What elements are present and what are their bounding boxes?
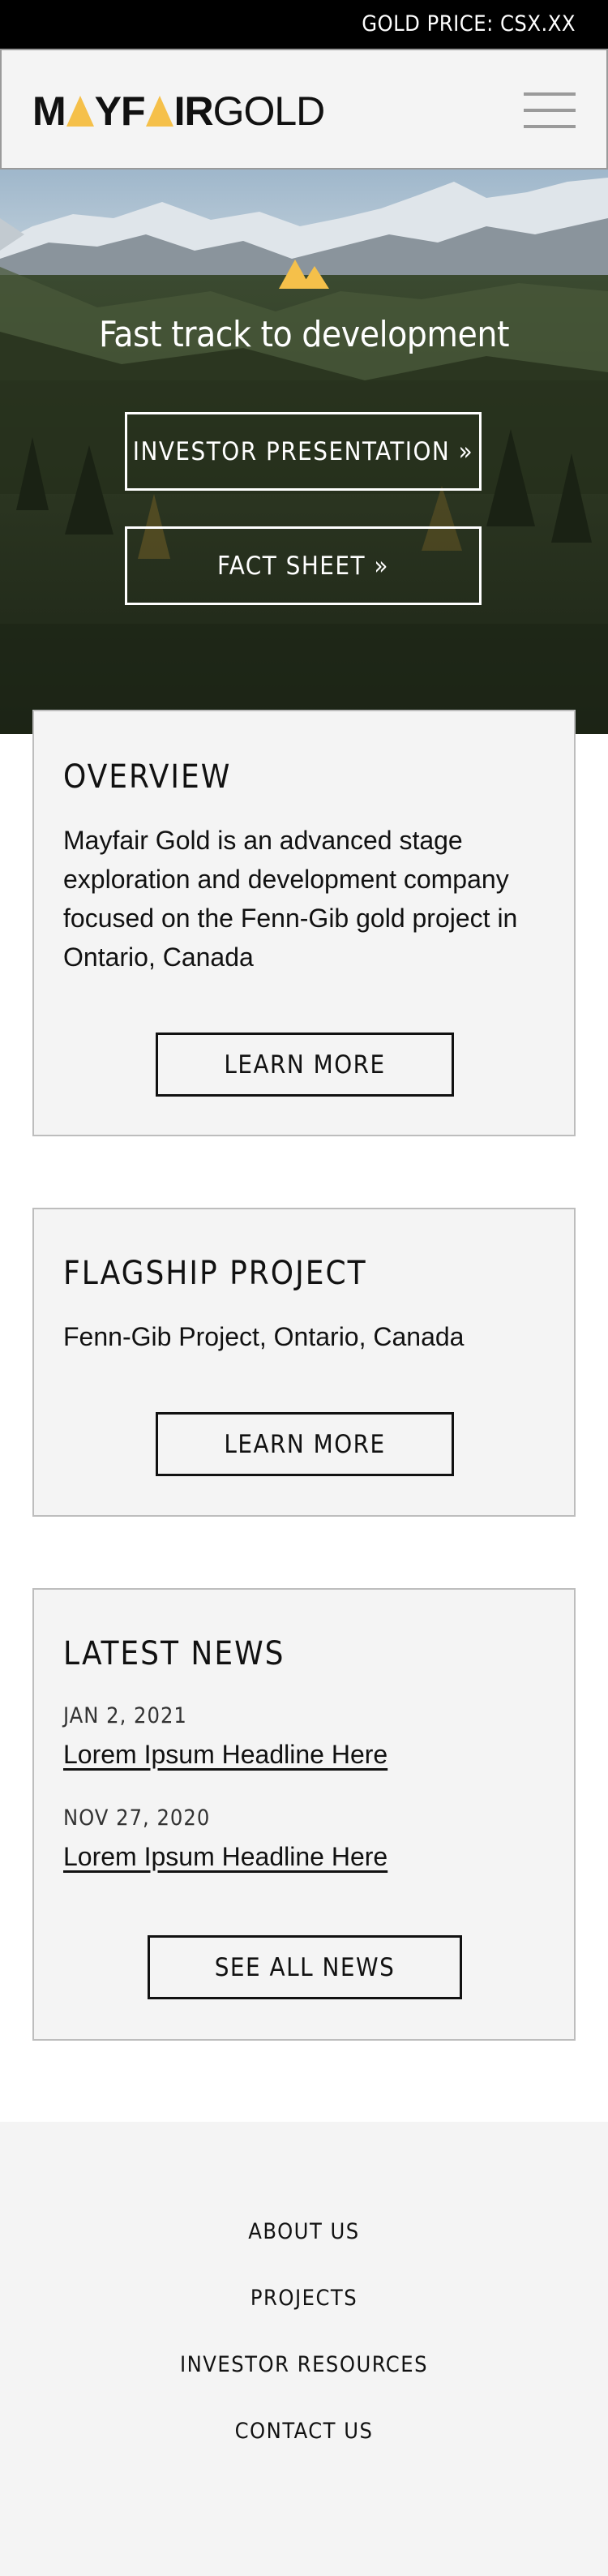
footer-link-contact-us[interactable]: CONTACT US [0,2419,608,2444]
flagship-heading: FLAGSHIP PROJECT [63,1255,367,1292]
latest-news-card: LATEST NEWS JAN 2, 2021 Lorem Ipsum Head… [32,1588,576,2041]
flagship-text: Fenn-Gib Project, Ontario, Canada [63,1322,465,1351]
top-bar: GOLD PRICE: CSX.XX [0,0,608,49]
news-headline-link[interactable]: Lorem Ipsum Headline Here [63,1842,387,1872]
hero-section: Fast track to development INVESTOR PRESE… [0,170,608,734]
overview-heading: OVERVIEW [63,758,232,796]
hero-title: Fast track to development [99,314,509,355]
logo[interactable]: M YF IRGOLD [32,88,326,134]
flagship-project-card: FLAGSHIP PROJECT Fenn-Gib Project, Ontar… [32,1208,576,1517]
news-date: JAN 2, 2021 [63,1703,187,1728]
footer-link-investor-resources[interactable]: INVESTOR RESOURCES [0,2352,608,2377]
overview-text: Mayfair Gold is an advanced stage explor… [63,826,518,972]
fact-sheet-button[interactable]: FACT SHEET » [125,526,482,605]
footer-link-about-us[interactable]: ABOUT US [0,2219,608,2244]
site-footer: ABOUT US PROJECTS INVESTOR RESOURCES CON… [0,2122,608,2576]
overview-learn-more-button[interactable]: LEARN MORE [156,1033,454,1097]
see-all-news-button[interactable]: SEE ALL NEWS [148,1935,462,1999]
site-header: M YF IRGOLD [0,49,608,170]
flagship-learn-more-button[interactable]: LEARN MORE [156,1412,454,1476]
logo-triangle-icon [66,96,94,127]
logo-text-bold: M YF IR [32,88,214,134]
overview-card: OVERVIEW Mayfair Gold is an advanced sta… [32,710,576,1136]
gold-price: GOLD PRICE: CSX.XX [362,11,576,36]
footer-link-projects[interactable]: PROJECTS [0,2286,608,2311]
hamburger-menu-icon[interactable] [524,91,576,130]
mountains-icon [279,260,329,289]
news-date: NOV 27, 2020 [63,1805,211,1831]
news-headline-link[interactable]: Lorem Ipsum Headline Here [63,1740,387,1770]
news-heading: LATEST NEWS [63,1635,285,1672]
investor-presentation-button[interactable]: INVESTOR PRESENTATION » [125,412,482,491]
logo-triangle-icon [145,96,173,127]
logo-text-light: GOLD [212,88,326,134]
